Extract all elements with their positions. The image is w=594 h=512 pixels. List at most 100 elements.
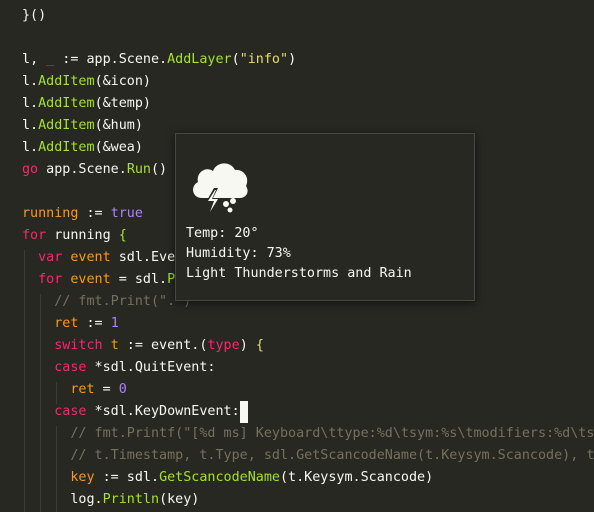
code-token: for bbox=[22, 228, 47, 243]
code-token: AddItem bbox=[38, 96, 95, 111]
code-token: for bbox=[38, 272, 63, 287]
code-token: l. bbox=[22, 118, 39, 133]
weather-condition-text: Light Thunderstorms and Rain bbox=[186, 266, 412, 281]
code-line[interactable]: switch t := event.(type) { bbox=[22, 335, 264, 357]
code-token: l. bbox=[22, 140, 39, 155]
code-line[interactable]: case *sdl.KeyDownEvent: bbox=[22, 401, 248, 423]
code-line[interactable]: running := true bbox=[22, 203, 143, 225]
code-token: AddItem bbox=[38, 74, 95, 89]
code-token: }() bbox=[22, 8, 47, 23]
code-token: , bbox=[30, 52, 47, 67]
code-token: := event.( bbox=[118, 338, 208, 353]
code-line[interactable]: var event sdl.Event bbox=[22, 247, 191, 269]
code-line[interactable]: case *sdl.QuitEvent: bbox=[22, 357, 216, 379]
code-line[interactable]: // fmt.Print(".") bbox=[22, 291, 191, 313]
code-line[interactable]: // t.Timestamp, t.Type, sdl.GetScancodeN… bbox=[22, 445, 594, 467]
code-token: := bbox=[78, 206, 111, 221]
code-token: l. bbox=[22, 96, 39, 111]
code-token: ret bbox=[70, 382, 95, 397]
code-line[interactable]: l.AddItem(&temp) bbox=[22, 93, 151, 115]
code-token: type bbox=[207, 338, 240, 353]
code-token: AddLayer bbox=[167, 52, 232, 67]
code-token: t bbox=[110, 338, 119, 353]
code-token: running bbox=[46, 228, 119, 243]
code-line[interactable]: l.AddItem(&hum) bbox=[22, 115, 143, 137]
code-token: app.Scene. bbox=[38, 162, 127, 177]
code-token: *sdl.KeyDownEvent: bbox=[86, 404, 240, 419]
code-token: // fmt.Print(".") bbox=[54, 294, 192, 309]
code-line[interactable]: ret := 1 bbox=[22, 313, 119, 335]
code-token: { bbox=[255, 338, 264, 353]
code-line[interactable]: l.AddItem(&icon) bbox=[22, 71, 151, 93]
code-token: () bbox=[151, 162, 168, 177]
code-token: l bbox=[22, 52, 31, 67]
code-line[interactable]: for running { bbox=[22, 225, 127, 247]
code-token: = sdl. bbox=[110, 272, 168, 287]
code-token: GetScancodeName bbox=[159, 470, 280, 485]
code-token: 1 bbox=[110, 316, 119, 331]
humidity-text: Humidity: 73% bbox=[186, 246, 291, 261]
code-token: key bbox=[70, 470, 95, 485]
code-token: Run bbox=[126, 162, 151, 177]
temperature-text: Temp: 20° bbox=[186, 226, 259, 241]
code-token: := app.Scene. bbox=[54, 52, 168, 67]
code-token: go bbox=[22, 162, 39, 177]
code-line[interactable]: go app.Scene.Run() bbox=[22, 159, 167, 181]
code-token: event bbox=[70, 272, 111, 287]
code-token: running bbox=[22, 206, 79, 221]
code-line[interactable]: log.Println(key) bbox=[22, 489, 199, 511]
code-token: ) bbox=[239, 338, 256, 353]
code-token: = bbox=[94, 382, 119, 397]
weather-info-popup: Temp: 20° Humidity: 73% Light Thundersto… bbox=[175, 133, 475, 301]
text-cursor bbox=[239, 401, 248, 423]
code-token: event bbox=[70, 250, 111, 265]
code-token: switch bbox=[54, 338, 103, 353]
code-token: (&temp) bbox=[94, 96, 151, 111]
code-token: true bbox=[110, 206, 143, 221]
code-token: "info" bbox=[239, 52, 289, 67]
code-token: l. bbox=[22, 74, 39, 89]
code-line[interactable]: l, _ := app.Scene.AddLayer("info") bbox=[22, 49, 296, 71]
code-token: (t.Keysym.Scancode) bbox=[280, 470, 434, 485]
code-token: AddItem bbox=[38, 140, 95, 155]
code-token: Println bbox=[102, 492, 160, 507]
code-token: *sdl.QuitEvent: bbox=[86, 360, 216, 375]
code-line[interactable]: }() bbox=[22, 5, 46, 27]
code-token: // t.Timestamp, t.Type, sdl.GetScancodeN… bbox=[70, 448, 594, 463]
code-token: // fmt.Printf("[%d ms] Keyboard\ttype:%d… bbox=[70, 426, 594, 441]
thunderstorm-rain-icon bbox=[193, 163, 248, 216]
code-token: (&wea) bbox=[94, 140, 143, 155]
code-token: AddItem bbox=[38, 118, 95, 133]
code-token: case bbox=[54, 404, 87, 419]
code-token: ) bbox=[288, 52, 297, 67]
code-token: (&hum) bbox=[94, 118, 143, 133]
code-line[interactable]: key := sdl.GetScancodeName(t.Keysym.Scan… bbox=[22, 467, 433, 489]
code-token: := sdl. bbox=[94, 470, 160, 485]
code-token: var bbox=[38, 250, 63, 265]
code-token: { bbox=[118, 228, 127, 243]
code-line[interactable]: ret = 0 bbox=[22, 379, 127, 401]
code-token: (&icon) bbox=[94, 74, 151, 89]
code-token: case bbox=[54, 360, 87, 375]
code-line[interactable]: // fmt.Printf("[%d ms] Keyboard\ttype:%d… bbox=[22, 423, 594, 445]
code-token: := bbox=[78, 316, 111, 331]
code-token: ret bbox=[54, 316, 79, 331]
code-line[interactable]: l.AddItem(&wea) bbox=[22, 137, 143, 159]
code-token: log. bbox=[70, 492, 103, 507]
code-token: (key) bbox=[159, 492, 200, 507]
code-token: ( bbox=[231, 52, 240, 67]
code-token: 0 bbox=[118, 382, 127, 397]
